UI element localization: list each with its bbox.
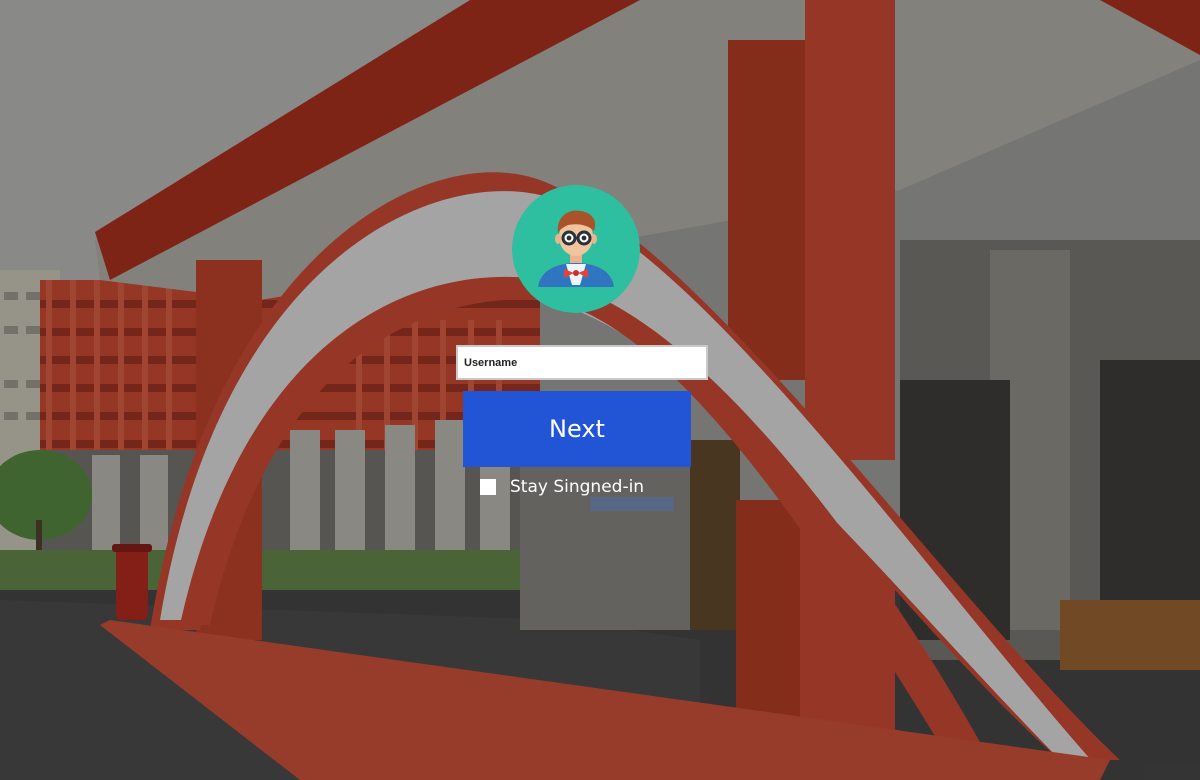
login-form: Next Stay Singned-in xyxy=(0,0,1200,780)
username-input[interactable] xyxy=(456,345,708,380)
stay-signed-in-checkbox[interactable] xyxy=(480,479,496,495)
next-button[interactable]: Next xyxy=(463,391,691,467)
stay-signed-in-label: Stay Singned-in xyxy=(510,477,645,497)
user-avatar-icon xyxy=(512,185,640,313)
stay-signed-in-option[interactable]: Stay Singned-in xyxy=(480,476,644,498)
login-page: Next Stay Singned-in xyxy=(0,0,1200,780)
